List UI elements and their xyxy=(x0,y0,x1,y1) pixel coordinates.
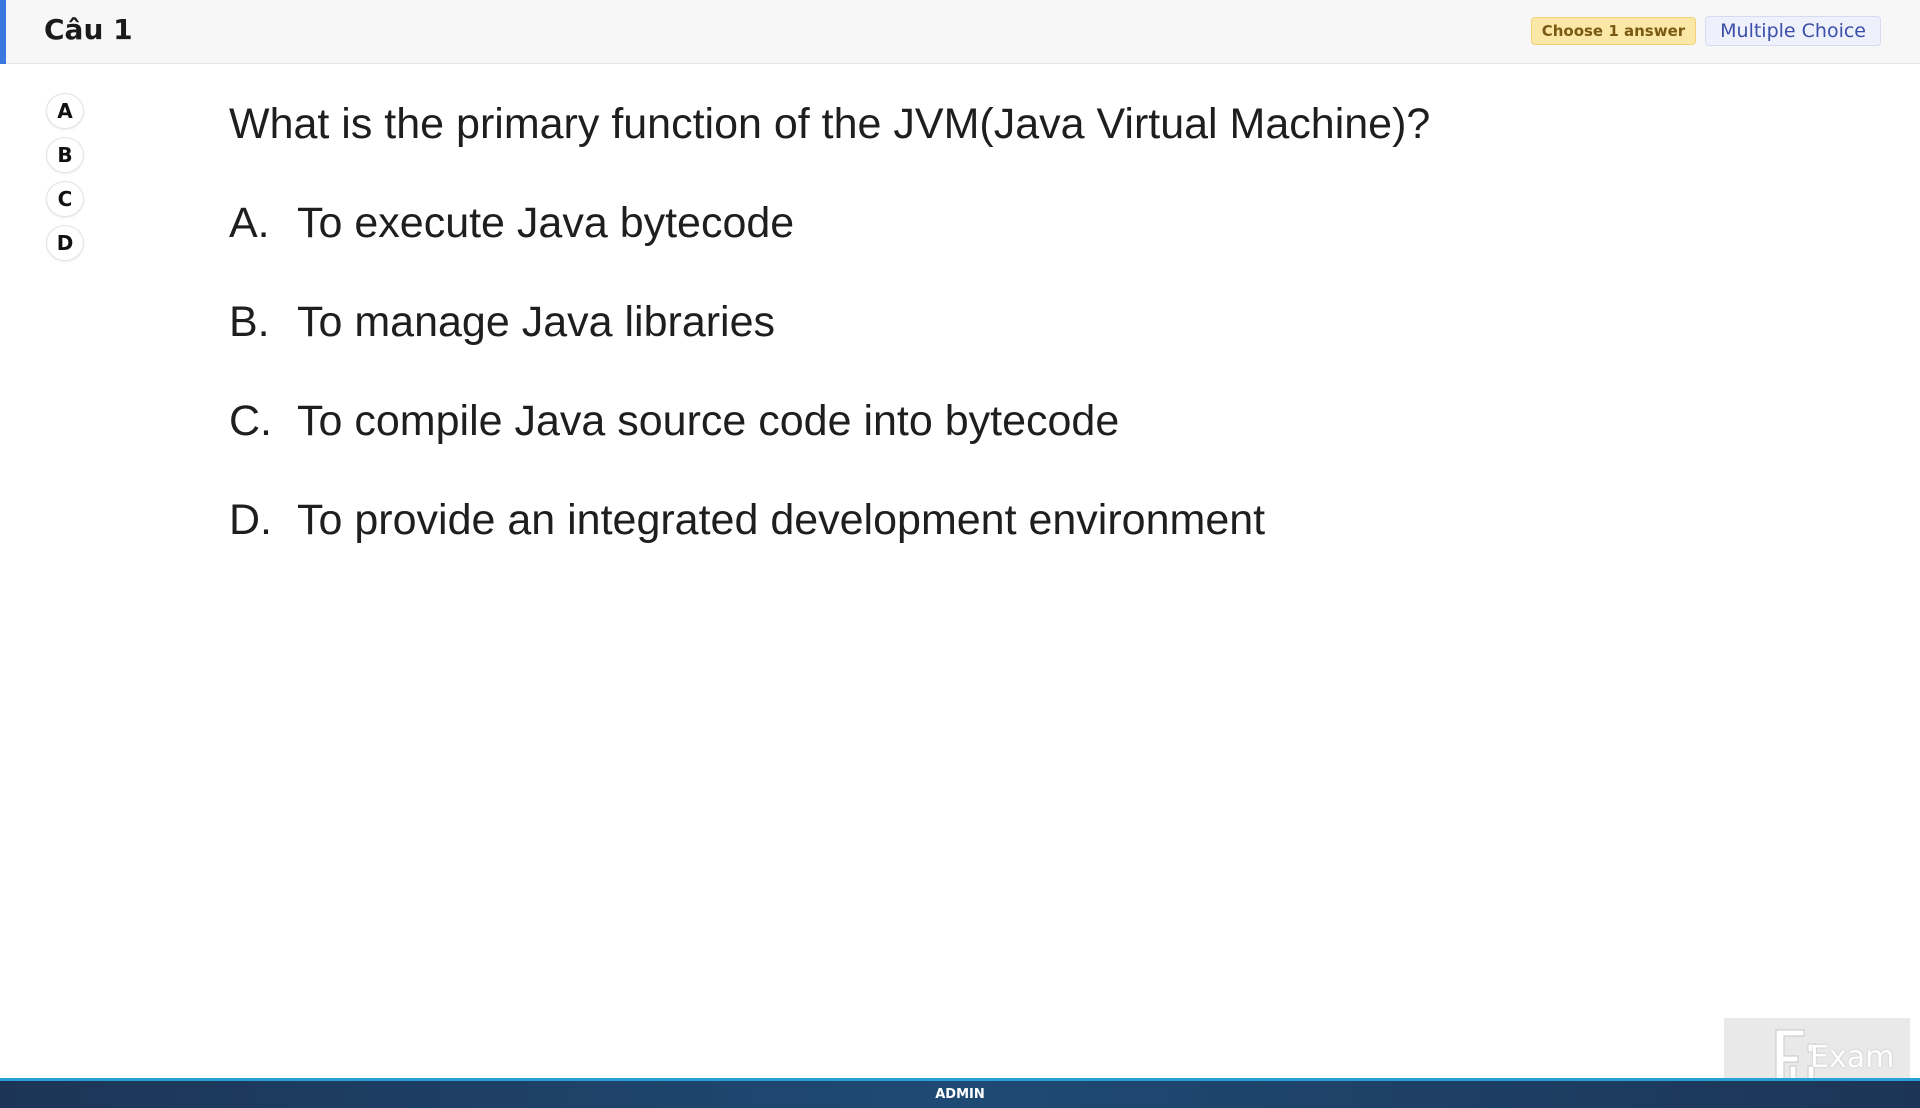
option-letter: A. xyxy=(229,199,270,247)
option-text: To provide an integrated development env… xyxy=(297,496,1266,544)
answer-button-a[interactable]: A xyxy=(46,93,84,129)
answer-button-c[interactable]: C xyxy=(46,181,84,217)
question-header: Câu 1 Choose 1 answer Multiple Choice xyxy=(0,0,1920,64)
question-text: What is the primary function of the JVM(… xyxy=(229,100,1431,148)
footer-user-label: ADMIN xyxy=(935,1087,985,1102)
header-accent-bar xyxy=(0,0,6,64)
option-letter: D. xyxy=(229,496,272,544)
option-a: A. To execute Java bytecode xyxy=(229,195,1729,251)
option-c: C. To compile Java source code into bytec… xyxy=(229,393,1729,449)
option-text: To compile Java source code into bytecod… xyxy=(297,397,1120,445)
question-number-label: Câu 1 xyxy=(44,13,133,46)
option-letter: B. xyxy=(229,298,270,346)
answer-button-b[interactable]: B xyxy=(46,137,84,173)
answer-button-d[interactable]: D xyxy=(46,225,84,261)
question-type-badge: Multiple Choice xyxy=(1705,16,1881,46)
logo-text: Exam xyxy=(1810,1040,1895,1075)
option-d: D. To provide an integrated development e… xyxy=(229,492,1729,548)
question-badges: Choose 1 answer Multiple Choice xyxy=(1530,16,1881,46)
choose-answer-badge: Choose 1 answer xyxy=(1530,17,1697,45)
option-text: To execute Java bytecode xyxy=(297,199,795,247)
footer-bar: ADMIN xyxy=(0,1078,1920,1108)
answer-choice-buttons: A B C D xyxy=(46,93,84,261)
question-content: What is the primary function of the JVM(… xyxy=(229,96,1729,548)
option-letter: C. xyxy=(229,397,272,445)
option-b: B. To manage Java libraries xyxy=(229,294,1729,350)
option-text: To manage Java libraries xyxy=(297,298,776,346)
